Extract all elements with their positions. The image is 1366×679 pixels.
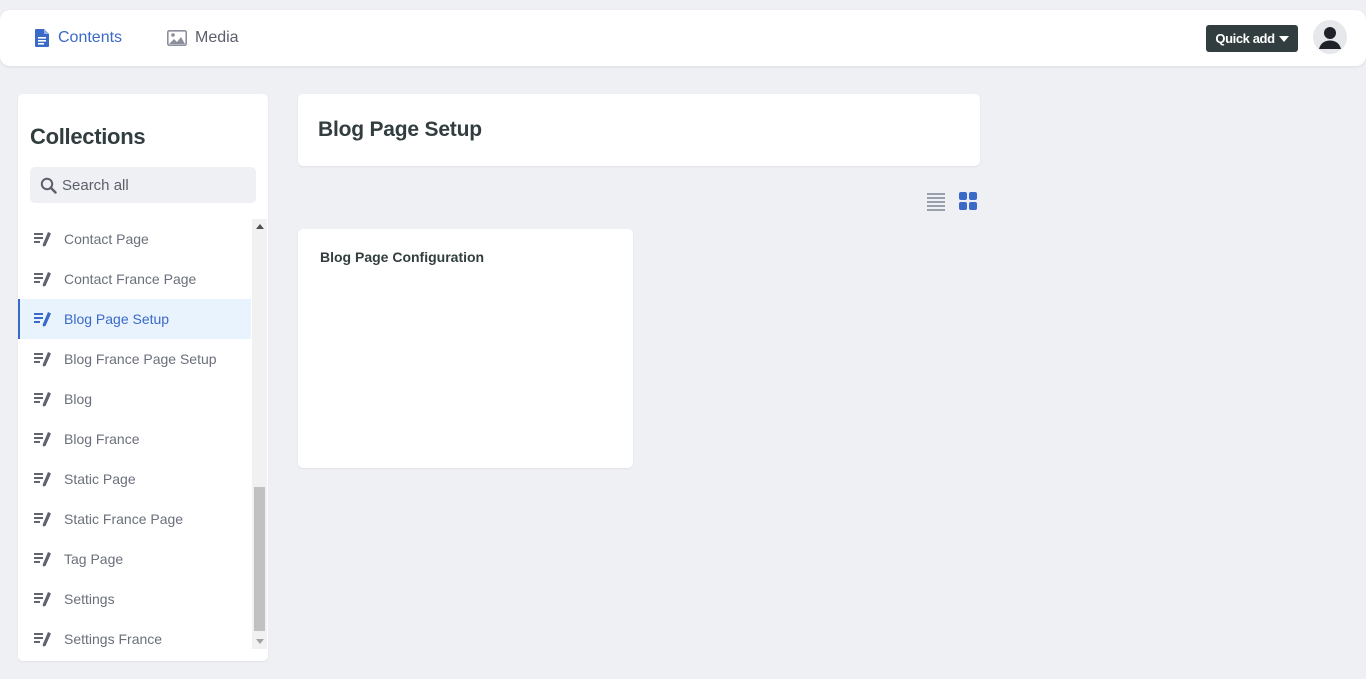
search-box — [30, 167, 256, 203]
entry-card-title: Blog Page Configuration — [320, 249, 485, 265]
sidebar-item-blog-page-setup[interactable]: Blog Page Setup — [18, 299, 251, 339]
write-icon — [34, 431, 52, 447]
sidebar-item-label: Settings France — [64, 631, 163, 647]
document-icon — [34, 29, 50, 47]
quick-add-label: Quick add — [1215, 31, 1275, 46]
collections-list: Contact Page Contact France Page Blog Page… — [18, 219, 251, 649]
page-title: Blog Page Setup — [318, 118, 482, 141]
search-input[interactable] — [62, 176, 242, 194]
sidebar-item-tag-page[interactable]: Tag Page — [18, 539, 251, 579]
sidebar-item-label: Settings — [64, 591, 115, 607]
user-avatar[interactable] — [1313, 20, 1347, 54]
grid-view-toggle[interactable] — [958, 190, 978, 212]
write-icon — [34, 631, 52, 647]
search-icon — [40, 177, 57, 194]
write-icon — [34, 271, 52, 287]
write-icon — [34, 311, 52, 327]
nav-media-label: Media — [195, 29, 239, 46]
quick-add-button[interactable]: Quick add — [1206, 25, 1298, 52]
sidebar-item-settings[interactable]: Settings — [18, 579, 251, 619]
sidebar-item-blog-france[interactable]: Blog France — [18, 419, 251, 459]
sidebar-scrollbar[interactable] — [252, 219, 267, 649]
list-view-icon — [927, 193, 945, 211]
sidebar-title: Collections — [30, 124, 146, 149]
sidebar-item-label: Blog France — [64, 431, 140, 447]
top-navigation-bar: Contents Media Quick add — [0, 10, 1366, 66]
write-icon — [34, 231, 52, 247]
sidebar-item-label: Contact France Page — [64, 271, 197, 287]
collections-sidebar: Collections Contact Page Contact France P… — [18, 94, 268, 661]
list-view-toggle[interactable] — [926, 190, 946, 212]
sidebar-item-label: Blog — [64, 391, 93, 407]
write-icon — [34, 551, 52, 567]
caret-down-icon — [1278, 35, 1289, 42]
entry-card[interactable]: Blog Page Configuration — [298, 229, 633, 468]
nav-contents-label: Contents — [58, 29, 123, 46]
scrollbar-thumb[interactable] — [254, 487, 265, 631]
sidebar-item-label: Static Page — [64, 471, 136, 487]
sidebar-item-blog[interactable]: Blog — [18, 379, 251, 419]
write-icon — [34, 471, 52, 487]
scroll-down-arrow-icon[interactable] — [256, 639, 264, 644]
user-icon — [1319, 27, 1341, 49]
sidebar-item-static-page[interactable]: Static Page — [18, 459, 251, 499]
write-icon — [34, 511, 52, 527]
sidebar-item-contact-page[interactable]: Contact Page — [18, 219, 251, 259]
write-icon — [34, 591, 52, 607]
scroll-up-arrow-icon[interactable] — [256, 224, 264, 229]
collection-header: Blog Page Setup — [298, 94, 980, 166]
sidebar-item-settings-france[interactable]: Settings France — [18, 619, 251, 649]
sidebar-item-static-france-page[interactable]: Static France Page — [18, 499, 251, 539]
nav-contents-link[interactable]: Contents — [34, 10, 122, 66]
sidebar-item-blog-france-page-setup[interactable]: Blog France Page Setup — [18, 339, 251, 379]
image-icon — [167, 30, 187, 46]
write-icon — [34, 351, 52, 367]
sidebar-item-label: Static France Page — [64, 511, 184, 527]
sidebar-item-label: Blog Page Setup — [64, 311, 170, 327]
sidebar-item-label: Tag Page — [64, 551, 124, 567]
write-icon — [34, 391, 52, 407]
sidebar-item-label: Contact Page — [64, 231, 149, 247]
nav-media-link[interactable]: Media — [167, 10, 239, 66]
grid-view-icon — [959, 192, 977, 210]
sidebar-item-label: Blog France Page Setup — [64, 351, 217, 367]
sidebar-item-contact-france-page[interactable]: Contact France Page — [18, 259, 251, 299]
